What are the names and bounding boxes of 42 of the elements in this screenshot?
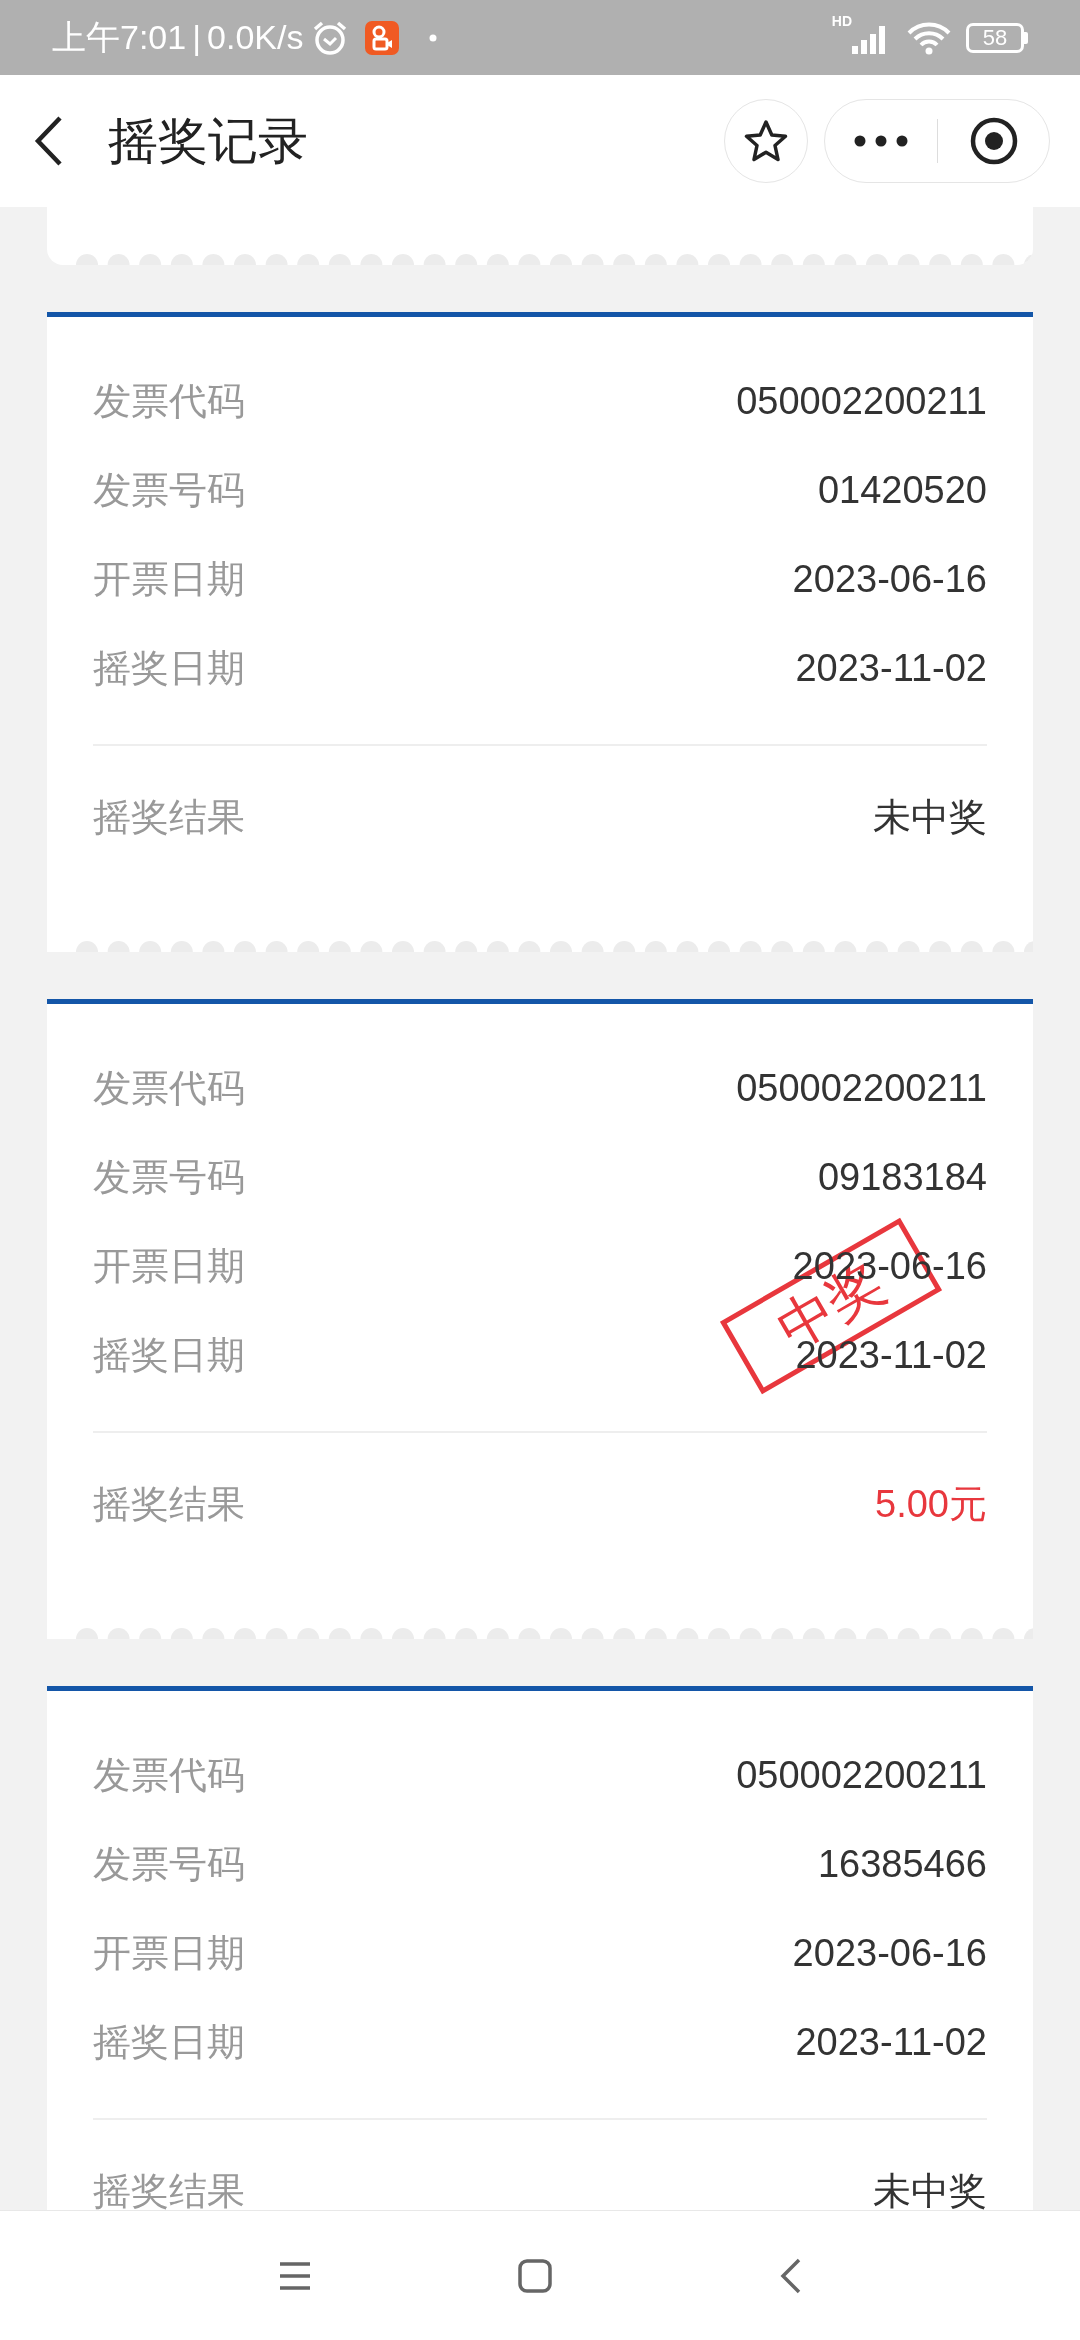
result-label: 摇奖结果 <box>93 1482 245 1527</box>
star-icon <box>743 119 789 163</box>
home-icon[interactable] <box>518 2258 552 2293</box>
result-value: 未中奖 <box>873 795 987 840</box>
field-label: 摇奖日期 <box>93 1333 245 1378</box>
wifi-icon <box>906 20 952 55</box>
field-value: 2023-11-02 <box>795 2020 987 2065</box>
result-label: 摇奖结果 <box>93 795 245 840</box>
field-label: 开票日期 <box>93 1244 245 1289</box>
result-label: 摇奖结果 <box>93 2169 245 2210</box>
field-label: 发票号码 <box>93 1155 245 1200</box>
network-speed: 0.0K/s <box>207 17 304 58</box>
network-type: HD <box>831 14 852 28</box>
field-value: 050002200211 <box>736 1066 987 1111</box>
target-icon <box>968 116 1019 166</box>
notification-dot-icon <box>429 33 438 42</box>
menu-icon[interactable] <box>278 2260 312 2291</box>
page-title: 摇奖记录 <box>108 111 308 171</box>
field-value: 2023-11-02 <box>795 646 987 691</box>
result-value: 未中奖 <box>873 2169 987 2210</box>
field-value: 09183184 <box>817 1155 987 1200</box>
field-label: 发票代码 <box>93 379 245 424</box>
field-label: 发票号码 <box>93 468 245 513</box>
field-label: 发票号码 <box>93 1842 245 1887</box>
field-label: 开票日期 <box>93 1931 245 1976</box>
field-value: 16385466 <box>817 1842 987 1887</box>
status-separator: | <box>192 17 202 58</box>
field-value: 01420520 <box>817 468 987 513</box>
field-value: 2023-06-16 <box>792 1931 987 1976</box>
result-value: 5.00元 <box>875 1482 987 1527</box>
field-label: 摇奖日期 <box>93 646 245 691</box>
field-label: 发票代码 <box>93 1753 245 1798</box>
field-label: 开票日期 <box>93 557 245 602</box>
field-label: 发票代码 <box>93 1066 245 1111</box>
field-value: 050002200211 <box>736 379 987 424</box>
field-value: 2023-06-16 <box>792 557 987 602</box>
field-label: 摇奖日期 <box>93 2020 245 2065</box>
back-icon[interactable] <box>780 2257 802 2294</box>
more-icon <box>854 135 908 147</box>
status-time: 上午7:01 <box>52 17 187 58</box>
field-value: 050002200211 <box>736 1753 987 1798</box>
app-icon <box>365 20 400 55</box>
